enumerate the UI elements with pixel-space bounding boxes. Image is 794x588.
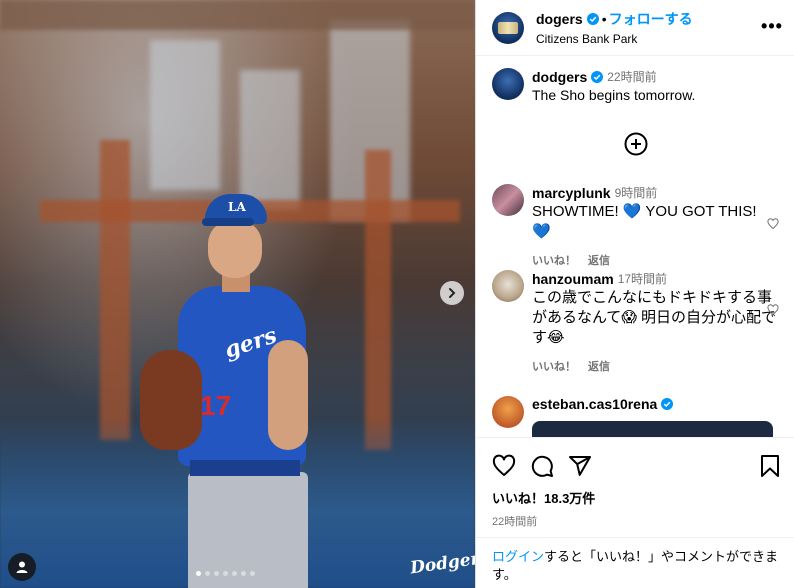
carousel-dot (214, 571, 219, 576)
avatar[interactable] (492, 11, 524, 44)
comment-time: 9時間前 (614, 186, 658, 200)
carousel-dot (241, 571, 246, 576)
verified-icon (661, 398, 674, 410)
comment-username[interactable]: marcyplunk (532, 185, 611, 201)
carousel-dot (223, 571, 228, 576)
verified-icon (586, 13, 599, 25)
avatar[interactable] (492, 68, 524, 100)
comment-text: この歳でこんなにもドキドキする事があるなんて😱 明日の自分が心配です😂 (532, 289, 777, 346)
comment-item: hanzoumam 17時間前 この歳でこんなにもドキドキする事があるなんて😱 … (476, 270, 794, 374)
comments-list: dodgers 22時間前 The Sho begins tomorrow. m… (476, 57, 794, 437)
background-scoreboard (0, 0, 475, 30)
likes-count[interactable]: いいね！18.3万件 (476, 478, 794, 507)
carousel-dot (205, 571, 210, 576)
heart-icon[interactable] (767, 304, 779, 316)
comment-like-button[interactable]: いいね！ (532, 358, 576, 374)
carousel-dot (250, 571, 255, 576)
carousel-next-button[interactable] (440, 281, 464, 305)
carousel-dots (196, 571, 255, 576)
background-sky (150, 40, 220, 190)
background-beam (100, 140, 130, 440)
chevron-right-icon (449, 288, 456, 298)
comment-like-button[interactable]: いいね！ (532, 252, 576, 268)
login-link[interactable]: ログイン (492, 549, 544, 564)
post-actions: いいね！18.3万件 22時間前 ログインすると「いいね！」やコメントができます… (476, 437, 794, 588)
avatar[interactable] (492, 270, 524, 302)
more-options-button[interactable]: ••• (761, 15, 783, 36)
bookmark-icon[interactable] (759, 454, 781, 478)
avatar[interactable] (492, 184, 524, 216)
caption-text: The Sho begins tomorrow. (532, 87, 696, 103)
follow-button[interactable]: フォローする (609, 9, 693, 29)
comment-text: SHOWTIME! 💙 YOU GOT THIS! 💙 (532, 203, 757, 240)
avatar[interactable] (492, 396, 524, 428)
background-beam (365, 150, 391, 450)
login-prompt: ログインすると「いいね！」やコメントができます。 (476, 537, 794, 588)
user-tag-icon (16, 561, 28, 573)
comment-item: marcyplunk 9時間前 SHOWTIME! 💙 YOU GOT THIS… (476, 184, 794, 268)
author-username[interactable]: dogers (536, 11, 583, 27)
separator: • (601, 11, 607, 27)
share-icon[interactable] (568, 454, 592, 478)
carousel-dot (232, 571, 237, 576)
caption-time: 22時間前 (607, 70, 657, 84)
location-link[interactable]: Citizens Bank Park (536, 32, 693, 46)
post-side-panel: dogers • フォローする Citizens Bank Park ••• d… (475, 0, 794, 588)
comment-reply-button[interactable]: 返信 (588, 358, 610, 374)
comment-icon[interactable] (530, 454, 554, 478)
more-icon: ••• (761, 15, 783, 36)
verified-icon (591, 70, 604, 83)
add-circle-icon[interactable] (624, 132, 648, 156)
post-header: dogers • フォローする Citizens Bank Park ••• (476, 0, 794, 56)
caption: dodgers 22時間前 The Sho begins tomorrow. (476, 68, 794, 104)
comment-time: 17時間前 (617, 272, 668, 286)
posted-time: 22時間前 (492, 516, 538, 528)
carousel-dot (196, 571, 201, 576)
comment-reply-button[interactable]: 返信 (588, 252, 610, 268)
heart-icon[interactable] (492, 454, 516, 478)
comment-username[interactable]: hanzoumam (532, 271, 614, 287)
comment-media-preview[interactable] (532, 421, 773, 437)
caption-username[interactable]: dodgers (532, 69, 587, 85)
user-tag-button[interactable] (8, 553, 36, 581)
comment-username[interactable]: esteban.cas10rena (532, 396, 657, 412)
player-figure: gers 17 LA (140, 190, 330, 588)
post-photo[interactable]: gers 17 LA Dodgers (0, 0, 475, 588)
heart-icon[interactable] (767, 218, 779, 230)
background-sky (240, 70, 300, 210)
